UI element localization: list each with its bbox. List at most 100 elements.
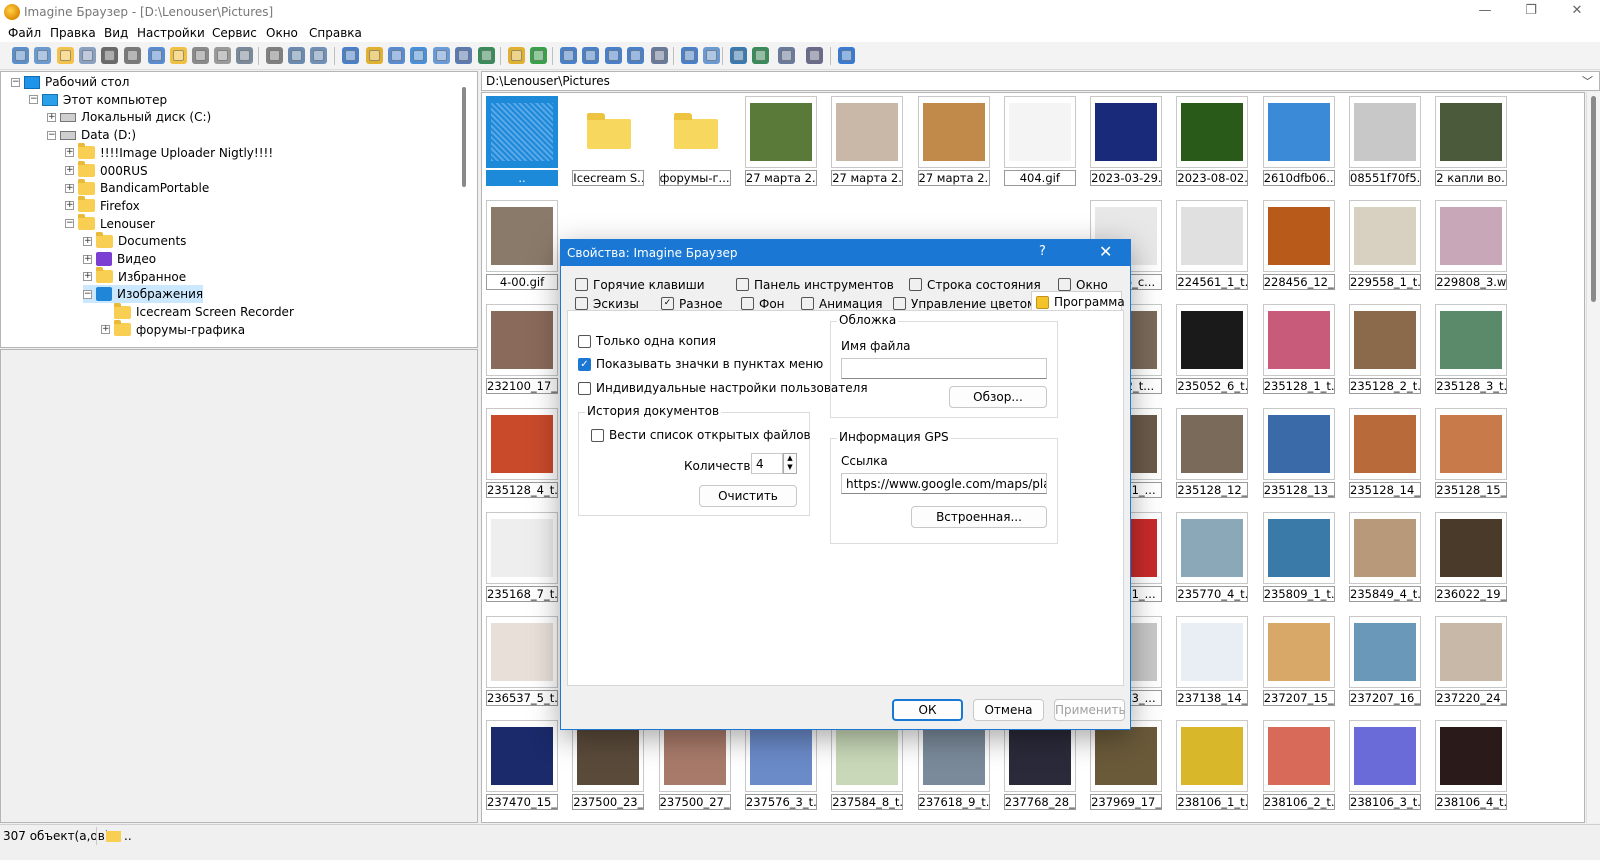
thumbnail-item[interactable]: 237207_16_... — [1349, 616, 1421, 707]
folder-open-icon[interactable] — [57, 47, 74, 64]
save-icon[interactable] — [148, 47, 165, 64]
apply-button[interactable]: Применить — [1054, 699, 1126, 721]
thumbnails-icon[interactable] — [410, 47, 427, 64]
batch-convert-icon[interactable] — [681, 47, 698, 64]
tree-expander[interactable]: − — [83, 289, 92, 299]
thumbnail-item[interactable]: 229558_1_t... — [1349, 200, 1421, 291]
thumbnail-item[interactable]: 236537_5_t... — [486, 616, 558, 707]
film-icon[interactable] — [752, 47, 769, 64]
tree-item[interactable]: + Локальный диск (C:) — [47, 108, 211, 126]
filename-input[interactable] — [841, 358, 1047, 379]
thumbnail-item[interactable]: 235128_2_t... — [1349, 304, 1421, 395]
thumbnail-item[interactable]: Icecream S... — [572, 96, 645, 187]
cut-icon[interactable] — [266, 47, 283, 64]
tree-item[interactable]: − Data (D:) — [47, 126, 136, 144]
thumbnail-item[interactable]: 27 марта 2... — [744, 96, 817, 187]
thumbnail-item[interactable]: 404.gif — [1003, 96, 1076, 187]
tree-scrollbar[interactable] — [462, 87, 466, 187]
menu-service[interactable]: Сервис — [212, 26, 257, 40]
thumbnail-item[interactable]: 237220_24_... — [1435, 616, 1508, 707]
slideshow-icon[interactable] — [478, 47, 495, 64]
tree-item[interactable]: − Lenouser — [65, 214, 155, 233]
thumbnail-item[interactable]: 238106_3_t... — [1349, 720, 1421, 811]
user-settings-checkbox[interactable]: Индивидуальные настройки пользователя — [578, 381, 868, 395]
history-checkbox[interactable]: Вести список открытых файлов — [591, 428, 811, 442]
thumbnail-item[interactable]: 237584_8_t... — [831, 720, 904, 811]
tree-icon[interactable] — [366, 47, 383, 64]
tab-statusbar[interactable]: Строка состояния — [909, 275, 1041, 294]
open-icon[interactable] — [34, 47, 51, 64]
tree-expander[interactable]: − — [65, 219, 74, 229]
thumbnail-item[interactable]: 237500_23_... — [572, 720, 645, 811]
tree-item[interactable]: − Изображения — [83, 285, 204, 304]
tree-item[interactable]: + !!!!Image Uploader Nigtly!!!! — [65, 143, 273, 162]
tree-expander[interactable]: + — [83, 236, 92, 246]
dialog-close-button[interactable]: ✕ — [1099, 242, 1112, 261]
tree-expander[interactable]: + — [65, 166, 74, 175]
properties-icon[interactable] — [236, 47, 253, 64]
count-stepper[interactable]: ▲ ▼ — [783, 453, 797, 474]
view-icon[interactable] — [12, 47, 29, 64]
thumbnail-item[interactable]: .. — [486, 96, 558, 187]
minimize-button[interactable]: — — [1462, 0, 1508, 24]
thumbnail-item[interactable]: 237618_9_t... — [917, 720, 990, 811]
menu-help[interactable]: Справка — [309, 26, 362, 40]
new-folder-icon[interactable] — [170, 47, 187, 64]
paste-icon[interactable] — [310, 47, 327, 64]
thumbnail-item[interactable]: 2023-03-29... — [1090, 96, 1163, 187]
clear-button[interactable]: Очистить — [699, 485, 797, 507]
rename-icon[interactable] — [192, 47, 209, 64]
thumbnail-item[interactable]: 224561_1_t... — [1176, 200, 1249, 291]
thumbnail-item[interactable]: 237969_17_... — [1090, 720, 1163, 811]
menu-file[interactable]: Файл — [8, 26, 41, 40]
thumbnail-item[interactable]: 2610dfb06... — [1262, 96, 1335, 187]
menu-view[interactable]: Вид — [104, 26, 128, 40]
tab-program[interactable]: Программа — [1031, 291, 1125, 312]
tree-item[interactable]: + Firefox — [65, 196, 140, 215]
checkbox-box[interactable]: ✓ — [578, 357, 591, 371]
thumbnail-item[interactable]: 235849_4_t... — [1349, 512, 1421, 603]
grid-icon[interactable] — [433, 47, 450, 64]
thumbnail-item[interactable]: 238106_1_t... — [1176, 720, 1249, 811]
menu-settings[interactable]: Настройки — [137, 26, 205, 40]
thumbnail-item[interactable]: 235128_3_t... — [1435, 304, 1508, 395]
delete-icon[interactable] — [214, 47, 231, 64]
chevron-down-icon[interactable]: ﹀ — [1582, 73, 1593, 89]
cancel-button[interactable]: Отмена — [973, 699, 1044, 721]
single-copy-checkbox[interactable]: Только одна копия — [578, 334, 716, 348]
checkbox-box[interactable] — [578, 381, 591, 395]
thumbnail-item[interactable]: 4-00.gif — [486, 200, 558, 291]
batch-rename-icon[interactable] — [703, 47, 720, 64]
thumbnail-item[interactable]: 235128_15_... — [1435, 408, 1508, 499]
tree-item[interactable]: + BandicamPortable — [65, 178, 209, 197]
thumbnail-item[interactable]: 237470_15_... — [486, 720, 558, 811]
thumbnail-item[interactable]: 08551f70f5... — [1349, 96, 1421, 187]
close-window-button[interactable]: ✕ — [1554, 0, 1600, 24]
copy-files-icon[interactable] — [288, 47, 305, 64]
tree-expander[interactable]: + — [65, 201, 74, 211]
tree-expander[interactable]: + — [47, 112, 56, 122]
tree-item[interactable]: + Избранное — [83, 267, 186, 286]
tree-expander[interactable]: + — [65, 183, 74, 193]
tree-expander[interactable]: + — [65, 148, 74, 158]
thumbnail-item[interactable]: 235770_4_t... — [1176, 512, 1249, 603]
info-icon[interactable] — [124, 47, 141, 64]
settings-icon[interactable] — [806, 47, 823, 64]
thumbnail-item[interactable]: 237576_3_t... — [744, 720, 817, 811]
thumbnail-item[interactable]: 2023-08-02... — [1176, 96, 1249, 187]
tab-hotkeys[interactable]: Горячие клавиши — [575, 275, 705, 294]
maximize-button[interactable]: ❐ — [1508, 0, 1554, 24]
menu-window[interactable]: Окно — [266, 26, 298, 40]
print-icon[interactable] — [101, 47, 118, 64]
capture-icon[interactable] — [730, 47, 747, 64]
menu-icons-checkbox[interactable]: ✓ Показывать значки в пунктах меню — [578, 357, 823, 371]
up-folder-icon[interactable] — [508, 47, 525, 64]
tree-expander[interactable]: − — [47, 130, 56, 140]
grid-scrollbar[interactable] — [1586, 92, 1600, 823]
thumbnail-item[interactable]: 238106_2_t... — [1262, 720, 1335, 811]
folder-tree[interactable]: − Рабочий стол − Этот компьютер + Локальный д… — [0, 71, 478, 348]
checkbox-box[interactable] — [591, 428, 604, 442]
tree-expander[interactable]: − — [11, 77, 20, 87]
thumbnail-item[interactable]: 235128_13_... — [1262, 408, 1335, 499]
tree-expander[interactable]: + — [83, 272, 92, 282]
